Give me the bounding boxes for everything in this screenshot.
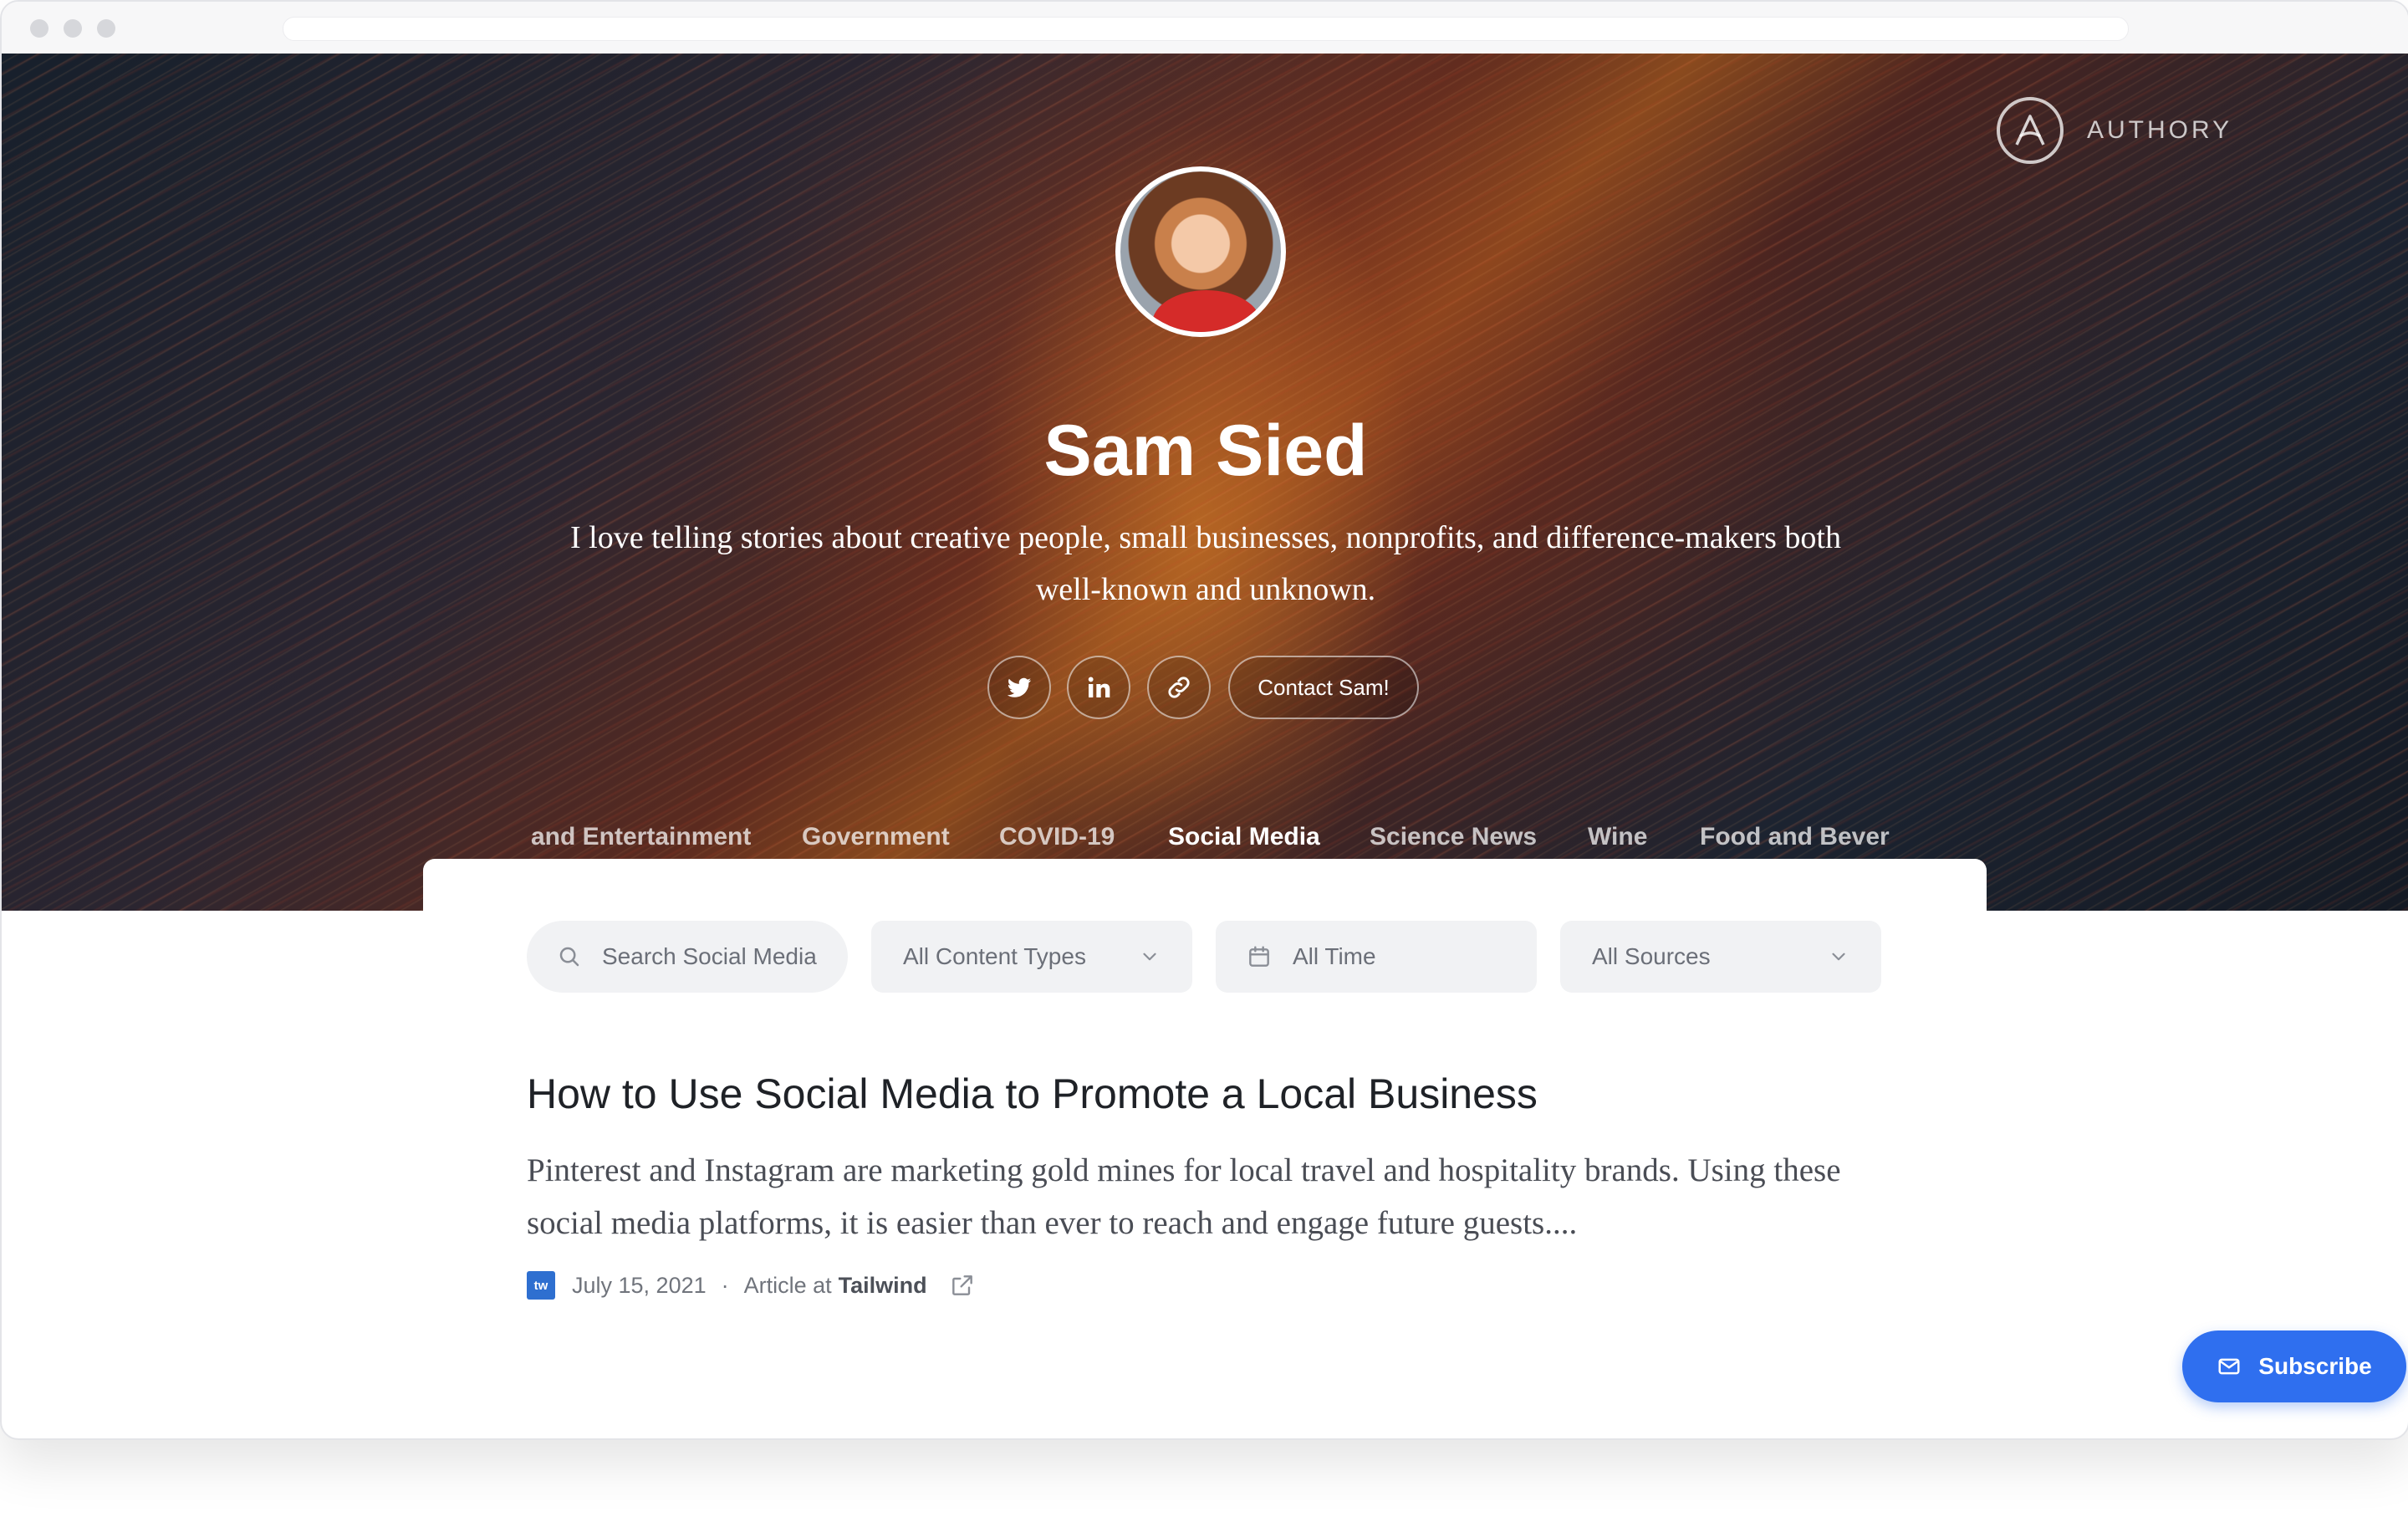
- time-range-value: All Time: [1293, 943, 1376, 969]
- content-type-value: All Content Types: [903, 943, 1086, 969]
- window-maximize-dot[interactable]: [97, 19, 115, 38]
- website-link-button[interactable]: [1147, 656, 1211, 719]
- mail-icon: [2218, 1358, 2240, 1375]
- contact-button[interactable]: Contact Sam!: [1228, 656, 1419, 719]
- tab-science-news[interactable]: Science News: [1370, 823, 1537, 851]
- article-source[interactable]: Tailwind: [839, 1273, 927, 1299]
- twitter-button[interactable]: [987, 656, 1051, 719]
- avatar-shirt: [1152, 290, 1261, 332]
- profile-hero: AUTHORY Sam Sied I love telling stories …: [2, 54, 2408, 911]
- source-logo: tw: [527, 1271, 555, 1300]
- authory-brand[interactable]: AUTHORY: [1997, 97, 2232, 164]
- linkedin-icon: [1088, 677, 1110, 697]
- time-range-picker[interactable]: All Time: [1216, 921, 1537, 993]
- authory-brand-text: AUTHORY: [2087, 116, 2233, 144]
- tab-covid-19[interactable]: COVID-19: [999, 823, 1115, 851]
- subscribe-label: Subscribe: [2258, 1353, 2372, 1379]
- window-close-dot[interactable]: [30, 19, 48, 38]
- browser-titlebar: [2, 2, 2408, 54]
- avatar: [1115, 166, 1286, 337]
- subscribe-button[interactable]: Subscribe: [2182, 1330, 2406, 1402]
- article-title[interactable]: How to Use Social Media to Promote a Loc…: [527, 1070, 1948, 1118]
- tab-wine[interactable]: Wine: [1588, 823, 1647, 851]
- meta-separator: ·: [721, 1272, 729, 1298]
- content-type-dropdown[interactable]: All Content Types: [871, 921, 1192, 993]
- search-field[interactable]: [527, 921, 848, 993]
- search-icon: [559, 947, 579, 967]
- authory-logo-icon: [1997, 97, 2064, 164]
- calendar-icon: [1249, 946, 1269, 967]
- search-input[interactable]: [600, 942, 821, 971]
- external-link-icon[interactable]: [949, 1272, 976, 1299]
- linkedin-button[interactable]: [1067, 656, 1130, 719]
- article-type: Article at: [743, 1272, 832, 1298]
- article-excerpt: Pinterest and Instagram are marketing go…: [527, 1152, 1841, 1241]
- link-icon: [1168, 677, 1190, 698]
- address-bar[interactable]: [283, 17, 2129, 41]
- twitter-icon: [1007, 677, 1032, 697]
- profile-name: Sam Sied: [1043, 411, 1368, 491]
- window-minimize-dot[interactable]: [64, 19, 82, 38]
- tab-entertainment[interactable]: and Entertainment: [531, 823, 751, 851]
- tab-government[interactable]: Government: [802, 823, 950, 851]
- tab-social-media[interactable]: Social Media: [1168, 823, 1320, 851]
- profile-bio: I love telling stories about creative pe…: [570, 520, 1841, 607]
- browser-window: AUTHORY Sam Sied I love telling stories …: [0, 0, 2408, 1440]
- chevron-down-icon: [1143, 953, 1156, 961]
- tab-food-and-beverage[interactable]: Food and Bever: [1700, 823, 1890, 851]
- chevron-down-icon: [1832, 953, 1845, 961]
- article-date: July 15, 2021: [572, 1272, 707, 1298]
- article-meta: tw July 15, 2021 · Article at Tailwind: [527, 1270, 976, 1300]
- sources-dropdown[interactable]: All Sources: [1560, 921, 1881, 993]
- sources-value: All Sources: [1592, 943, 1711, 969]
- social-links: Contact Sam!: [2, 656, 2408, 719]
